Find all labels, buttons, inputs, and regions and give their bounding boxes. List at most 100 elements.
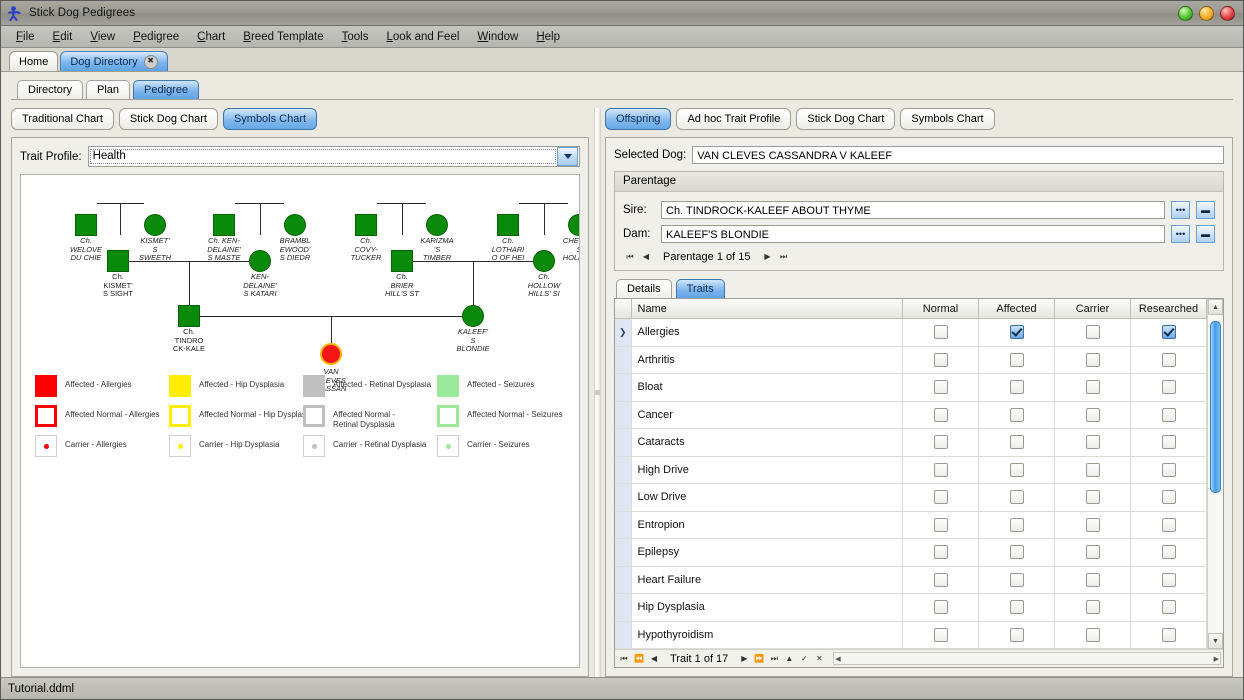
normal-cell[interactable] — [903, 511, 979, 539]
carrier-cell[interactable] — [1055, 374, 1131, 402]
trait-name[interactable]: Allergies — [631, 319, 903, 347]
window-tab-dog-directory[interactable]: Dog Directory ✖ — [60, 51, 167, 71]
researched-checkbox[interactable] — [1162, 600, 1176, 614]
carrier-cell[interactable] — [1055, 401, 1131, 429]
dam-browse-button[interactable]: ••• — [1171, 225, 1190, 243]
column-header-name[interactable]: Name — [631, 299, 903, 319]
panel-splitter[interactable] — [589, 108, 605, 677]
minimize-button[interactable] — [1178, 6, 1193, 21]
trait-name[interactable]: Cataracts — [631, 429, 903, 457]
tab-details[interactable]: Details — [616, 279, 672, 299]
affected-checkbox[interactable] — [1010, 545, 1024, 559]
researched-checkbox[interactable] — [1162, 628, 1176, 642]
affected-checkbox[interactable] — [1010, 518, 1024, 532]
normal-checkbox[interactable] — [934, 435, 948, 449]
affected-cell[interactable] — [979, 511, 1055, 539]
trait-name[interactable]: Hip Dysplasia — [631, 594, 903, 622]
researched-checkbox[interactable] — [1162, 490, 1176, 504]
sire-clear-button[interactable]: ▬ — [1196, 201, 1215, 219]
affected-cell[interactable] — [979, 621, 1055, 649]
sire-browse-button[interactable]: ••• — [1171, 201, 1190, 219]
pedigree-node-dam[interactable]: KALEEF' S BLONDIE — [462, 305, 484, 327]
normal-cell[interactable] — [903, 374, 979, 402]
researched-cell[interactable] — [1131, 484, 1207, 512]
affected-checkbox[interactable] — [1010, 490, 1024, 504]
pedigree-node-dam[interactable]: CHERPA' S HOLLOW — [568, 214, 580, 236]
affected-checkbox[interactable] — [1010, 573, 1024, 587]
maximize-button[interactable] — [1199, 6, 1214, 21]
carrier-checkbox[interactable] — [1086, 518, 1100, 532]
previous-record-icon[interactable]: ◀ — [639, 249, 653, 264]
carrier-checkbox[interactable] — [1086, 628, 1100, 642]
normal-checkbox[interactable] — [934, 490, 948, 504]
trait-name[interactable]: Entropion — [631, 511, 903, 539]
carrier-checkbox[interactable] — [1086, 463, 1100, 477]
next-record-icon[interactable]: ▶ — [737, 651, 751, 666]
carrier-checkbox[interactable] — [1086, 435, 1100, 449]
affected-checkbox[interactable] — [1010, 600, 1024, 614]
carrier-checkbox[interactable] — [1086, 545, 1100, 559]
tab-stick-dog-chart[interactable]: Stick Dog Chart — [796, 108, 895, 130]
researched-checkbox[interactable] — [1162, 463, 1176, 477]
researched-checkbox[interactable] — [1162, 408, 1176, 422]
affected-checkbox[interactable] — [1010, 380, 1024, 394]
carrier-checkbox[interactable] — [1086, 600, 1100, 614]
researched-checkbox[interactable] — [1162, 325, 1176, 339]
normal-cell[interactable] — [903, 429, 979, 457]
carrier-cell[interactable] — [1055, 346, 1131, 374]
carrier-checkbox[interactable] — [1086, 353, 1100, 367]
menu-pedigree[interactable]: Pedigree — [124, 29, 188, 45]
chevron-down-icon[interactable] — [557, 147, 578, 166]
tab-offspring[interactable]: Offspring — [605, 108, 671, 130]
chart-tab-traditional[interactable]: Traditional Chart — [11, 108, 114, 130]
affected-checkbox[interactable] — [1010, 353, 1024, 367]
researched-cell[interactable] — [1131, 456, 1207, 484]
trait-name[interactable]: High Drive — [631, 456, 903, 484]
chart-tab-symbols[interactable]: Symbols Chart — [223, 108, 317, 130]
tab-traits[interactable]: Traits — [676, 279, 725, 299]
researched-cell[interactable] — [1131, 374, 1207, 402]
carrier-checkbox[interactable] — [1086, 408, 1100, 422]
affected-cell[interactable] — [979, 484, 1055, 512]
pedigree-node-dam[interactable]: KEN- DELAINE' S KATARI — [249, 250, 271, 272]
table-row[interactable]: Epilepsy — [615, 539, 1207, 567]
scroll-right-icon[interactable]: ▶ — [1214, 655, 1219, 663]
trait-name[interactable]: Epilepsy — [631, 539, 903, 567]
menu-window[interactable]: Window — [468, 29, 527, 45]
normal-checkbox[interactable] — [934, 353, 948, 367]
trait-name[interactable]: Low Drive — [631, 484, 903, 512]
normal-checkbox[interactable] — [934, 573, 948, 587]
table-row[interactable]: Bloat — [615, 374, 1207, 402]
carrier-cell[interactable] — [1055, 456, 1131, 484]
affected-checkbox[interactable] — [1010, 463, 1024, 477]
menu-look-and-feel[interactable]: Look and Feel — [378, 29, 469, 45]
normal-checkbox[interactable] — [934, 463, 948, 477]
normal-cell[interactable] — [903, 319, 979, 347]
affected-cell[interactable] — [979, 456, 1055, 484]
normal-cell[interactable] — [903, 346, 979, 374]
researched-cell[interactable] — [1131, 539, 1207, 567]
first-record-icon[interactable]: ⏮ — [623, 249, 637, 264]
table-row[interactable]: ❯ Allergies — [615, 319, 1207, 347]
vertical-scrollbar[interactable]: ▲ ▼ — [1207, 299, 1223, 649]
trait-name[interactable]: Bloat — [631, 374, 903, 402]
last-record-icon[interactable]: ⏭ — [767, 651, 781, 666]
pedigree-node-sire[interactable]: Ch. COVY- TUCKER — [355, 214, 377, 236]
affected-checkbox[interactable] — [1010, 435, 1024, 449]
column-header-researched[interactable]: Researched — [1131, 299, 1207, 319]
tab-directory[interactable]: Directory — [17, 80, 83, 100]
horizontal-scrollbar[interactable]: ◀ ▶ — [833, 652, 1221, 665]
dam-clear-button[interactable]: ▬ — [1196, 225, 1215, 243]
pedigree-node-dam[interactable]: BRAMBL EWOOD' S DIEDR — [284, 214, 306, 236]
carrier-cell[interactable] — [1055, 429, 1131, 457]
first-record-icon[interactable]: ⏮ — [617, 651, 631, 666]
last-record-icon[interactable]: ⏭ — [776, 249, 790, 264]
normal-cell[interactable] — [903, 456, 979, 484]
column-header-carrier[interactable]: Carrier — [1055, 299, 1131, 319]
affected-cell[interactable] — [979, 374, 1055, 402]
table-row[interactable]: High Drive — [615, 456, 1207, 484]
dam-field[interactable]: KALEEF'S BLONDIE — [661, 225, 1165, 243]
table-row[interactable]: Hip Dysplasia — [615, 594, 1207, 622]
researched-checkbox[interactable] — [1162, 435, 1176, 449]
trait-profile-value[interactable]: Health — [89, 148, 557, 165]
